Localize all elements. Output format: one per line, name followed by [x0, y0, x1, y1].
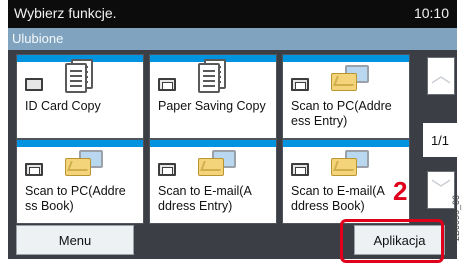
tile-id-card-copy[interactable]: ID Card Copy: [16, 54, 144, 139]
tile-strip: [150, 140, 276, 147]
tile-label: ss Book): [25, 199, 74, 213]
program-icon: [25, 163, 43, 176]
page-scroll-panel: ︿ 1/1 ﹀: [423, 57, 457, 209]
copy-document-icon: [198, 63, 220, 93]
screen-title: Wybierz funkcje.: [14, 5, 117, 21]
program-icon: [25, 78, 43, 91]
tile-label: ID Card Copy: [25, 99, 101, 113]
scan-to-pc-icon: [331, 63, 373, 93]
favorites-tab: Ulubione: [8, 28, 457, 50]
scan-to-pc-icon: [65, 148, 107, 178]
tile-strip: [283, 55, 409, 62]
chevron-down-icon: ﹀: [431, 179, 451, 201]
tile-strip: [17, 140, 143, 147]
tile-label: Paper Saving Copy: [158, 99, 266, 113]
page-up-button[interactable]: ︿: [427, 57, 455, 95]
program-icon: [291, 78, 309, 91]
tile-label: ddress Entry): [158, 199, 233, 213]
tile-label: Scan to PC(Addre: [25, 184, 126, 198]
tile-label: Scan to PC(Addre: [291, 99, 392, 113]
tile-scan-to-email-address-entry[interactable]: Scan to E-mail(A ddress Entry): [149, 139, 277, 224]
tile-scan-to-pc-address-book[interactable]: Scan to PC(Addre ss Book): [16, 139, 144, 224]
tab-label: Ulubione: [12, 31, 64, 46]
menu-button[interactable]: Menu: [16, 225, 134, 255]
program-icon: [158, 78, 176, 91]
tile-scan-to-pc-address-entry[interactable]: Scan to PC(Addre ess Entry): [282, 54, 410, 139]
program-icon: [158, 163, 176, 176]
scan-to-email-icon: [198, 148, 240, 178]
figure-code-label: 2B0056_00: [451, 194, 462, 242]
copy-document-icon: [65, 63, 87, 93]
header-bar: Wybierz funkcje. 10:10: [8, 0, 457, 28]
tile-label: ess Entry): [291, 114, 348, 128]
tile-scan-to-email-address-book[interactable]: Scan to E-mail(A ddress Book): [282, 139, 410, 224]
figure-code: 2B0056_00: [451, 185, 473, 255]
program-icon: [291, 163, 309, 176]
page-indicator: 1/1: [423, 123, 457, 157]
highlight-box: [340, 219, 444, 263]
tile-strip: [283, 140, 409, 147]
scan-to-email-icon: [331, 148, 373, 178]
tile-label: Scan to E-mail(A: [291, 184, 385, 198]
step-number-badge: 2: [393, 176, 408, 206]
chevron-up-icon: ︿: [431, 65, 451, 87]
tile-label: ddress Book): [291, 199, 365, 213]
tile-label: Scan to E-mail(A: [158, 184, 252, 198]
clock: 10:10: [413, 5, 449, 21]
tile-paper-saving-copy[interactable]: Paper Saving Copy: [149, 54, 277, 139]
